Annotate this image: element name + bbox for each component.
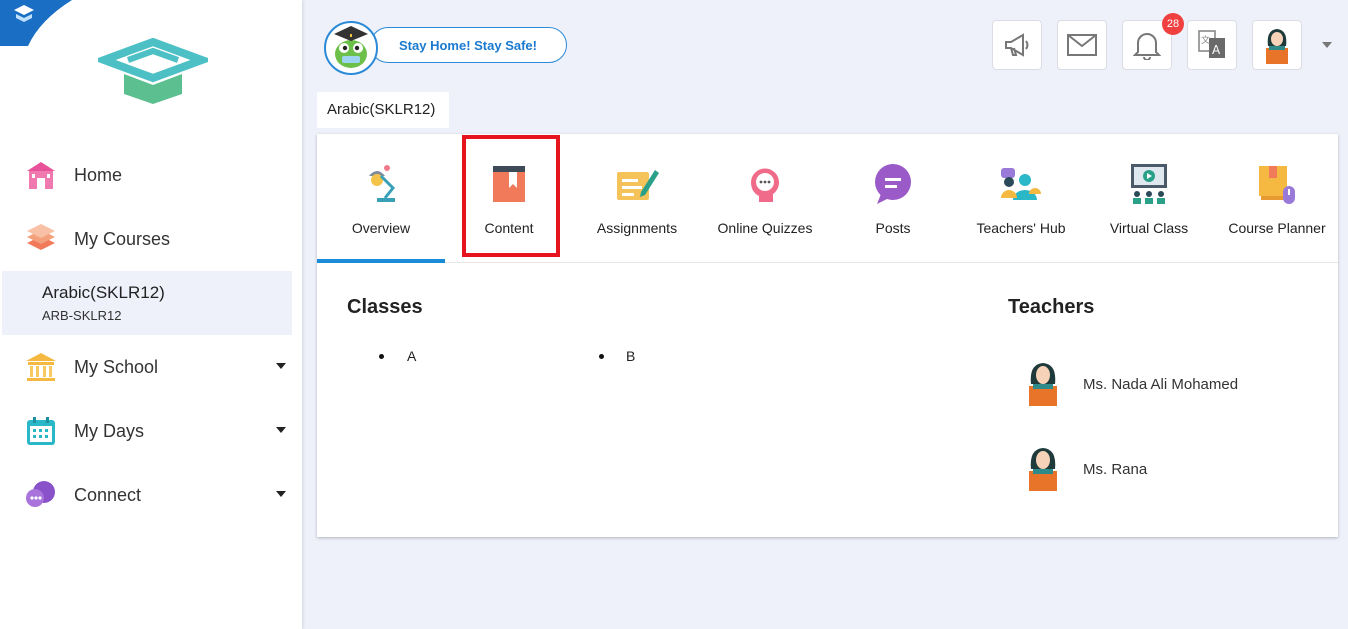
svg-text:A: A [1212, 43, 1221, 57]
sidebar-item-label: My Courses [74, 228, 171, 249]
teachers-icon [1001, 168, 1041, 200]
notification-badge: 28 [1162, 13, 1184, 35]
calendar-icon [27, 417, 55, 445]
teacher-avatar-icon [1029, 363, 1057, 406]
course-tabbar: Overview Content Assignments Online Quiz… [317, 134, 1338, 263]
courses-icon [27, 224, 55, 250]
tab-virtual-class[interactable]: Virtual Class [1085, 134, 1213, 263]
sidebar-item-label: My Days [74, 420, 145, 441]
content-tab-highlight [462, 135, 560, 257]
class-item[interactable]: B [626, 348, 635, 364]
tab-label: Teachers' Hub [976, 220, 1066, 236]
translate-icon: A 文 [1198, 30, 1225, 58]
school-logo-icon [98, 38, 208, 104]
sidebar-item-my-courses[interactable]: My Courses [0, 214, 302, 264]
teacher-name: Ms. Nada Ali Mohamed [1083, 376, 1239, 393]
banner-text: Stay Home! Stay Safe! [399, 38, 537, 53]
tab-label: Assignments [596, 220, 678, 236]
stay-safe-banner[interactable]: Stay Home! Stay Safe! [370, 27, 567, 63]
megaphone-icon [1005, 33, 1029, 57]
sidebar-item-label: Home [74, 164, 123, 185]
avatar-icon [1266, 29, 1288, 64]
tab-teachers-hub[interactable]: Teachers' Hub [957, 134, 1085, 263]
messages-button[interactable] [1057, 20, 1107, 70]
teacher-avatar-icon [1029, 448, 1057, 491]
video-class-icon [1131, 164, 1167, 204]
course-card: Overview Content Assignments Online Quiz… [317, 134, 1338, 537]
teachers-heading: Teachers [1008, 296, 1095, 318]
assignment-icon [617, 170, 659, 200]
teacher-item[interactable]: Ms. Nada Ali Mohamed [1017, 360, 1317, 410]
home-icon [27, 162, 55, 189]
envelope-icon [1067, 34, 1097, 56]
language-button[interactable]: A 文 [1187, 20, 1237, 70]
active-tab-indicator [317, 259, 445, 263]
school-icon [26, 353, 56, 381]
quiz-icon [751, 168, 779, 202]
profile-menu-caret-icon[interactable] [1322, 42, 1332, 48]
tab-label: Posts [875, 220, 911, 236]
bell-icon [1133, 33, 1161, 60]
sidebar-item-my-school[interactable]: My School [0, 342, 302, 392]
chevron-down-icon [276, 427, 286, 433]
chevron-down-icon [276, 491, 286, 497]
course-code: ARB-SKLR12 [42, 308, 122, 323]
tab-label: Course Planner [1228, 220, 1326, 236]
teacher-name: Ms. Rana [1083, 461, 1148, 478]
class-item[interactable]: A [407, 348, 416, 364]
tab-posts[interactable]: Posts [829, 134, 957, 263]
tab-overview[interactable]: Overview [317, 134, 445, 263]
corner-logo-icon [0, 0, 72, 46]
sidebar-item-my-days[interactable]: My Days [0, 406, 302, 456]
teacher-item[interactable]: Ms. Rana [1017, 445, 1317, 495]
classes-heading: Classes [347, 296, 423, 318]
tab-label: Overview [351, 220, 411, 236]
tab-label: Virtual Class [1109, 220, 1189, 236]
profile-button[interactable] [1252, 20, 1302, 70]
tab-label: Online Quizzes [717, 220, 813, 236]
tab-course-planner[interactable]: Course Planner [1213, 134, 1341, 263]
tab-online-quizzes[interactable]: Online Quizzes [701, 134, 829, 263]
mascot-icon [324, 21, 378, 75]
tab-assignments[interactable]: Assignments [573, 134, 701, 263]
sidebar-item-connect[interactable]: Connect [0, 470, 302, 520]
planner-icon [1259, 166, 1295, 204]
sidebar-item-label: My School [74, 356, 159, 377]
announcements-button[interactable] [992, 20, 1042, 70]
lamp-icon [369, 165, 396, 202]
bullet-icon [599, 354, 604, 359]
sidebar-item-label: Connect [74, 484, 142, 505]
chat-icon [875, 164, 911, 204]
sidebar: Home My Courses Arabic(SKLR12) ARB-SKLR1… [0, 0, 302, 629]
bullet-icon [379, 354, 384, 359]
chevron-down-icon [276, 363, 286, 369]
course-title: Arabic(SKLR12) [42, 283, 165, 302]
sidebar-active-course[interactable]: Arabic(SKLR12) ARB-SKLR12 [2, 271, 292, 335]
svg-text:文: 文 [1201, 34, 1210, 46]
connect-icon [26, 481, 55, 507]
course-breadcrumb[interactable]: Arabic(SKLR12) [317, 92, 449, 128]
sidebar-item-home[interactable]: Home [0, 150, 302, 200]
